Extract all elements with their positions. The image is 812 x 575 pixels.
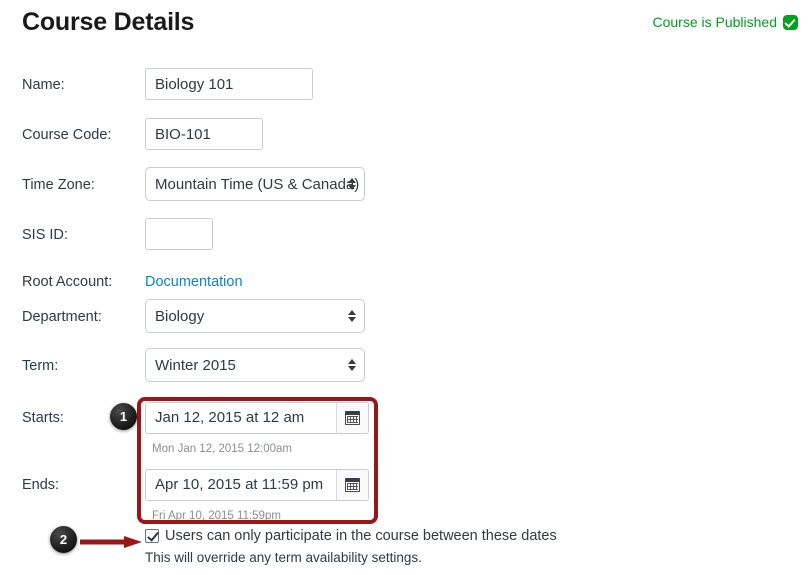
term-label: Term: [22,358,59,374]
publish-status-badge: Course is Published [652,14,798,30]
page-title: Course Details [22,8,195,36]
starts-label: Starts: [22,410,64,426]
course-details-page: Course Details Course is Published Name:… [0,0,812,575]
restrict-participation-label: Users can only participate in the course… [165,528,557,544]
annotation-badge-1: 1 [110,403,137,430]
published-check-icon [783,14,798,30]
term-value: Winter 2015 [155,356,236,374]
row-name: Name: [0,68,812,108]
ends-date-field[interactable]: Apr 10, 2015 at 11:59 pm [145,469,369,501]
course-code-label: Course Code: [22,127,112,143]
chevron-updown-icon [348,359,356,371]
ends-label: Ends: [22,477,60,493]
course-code-input[interactable] [145,118,263,150]
starts-date-field[interactable]: Jan 12, 2015 at 12 am [145,402,369,434]
row-term: Term: Winter 2015 [0,348,812,388]
annotation-badge-2: 2 [50,526,77,553]
row-sis-id: SIS ID: [0,218,812,258]
department-select[interactable]: Biology [145,299,365,333]
root-account-link[interactable]: Documentation [145,274,243,290]
term-select[interactable]: Winter 2015 [145,348,365,382]
restrict-participation-sublabel: This will override any term availability… [145,550,422,565]
time-zone-select[interactable]: Mountain Time (US & Canada) [145,167,365,201]
row-time-zone: Time Zone: Mountain Time (US & Canada) [0,167,812,207]
chevron-updown-icon [348,178,356,190]
calendar-icon [345,478,360,492]
publish-status-label: Course is Published [652,14,777,30]
ends-date-value: Apr 10, 2015 at 11:59 pm [155,476,324,493]
ends-date-hint: Fri Apr 10, 2015 11:59pm [152,510,281,522]
restrict-participation-checkbox[interactable] [145,529,159,543]
root-account-label: Root Account: [22,274,113,290]
ends-calendar-button[interactable] [336,470,368,500]
sis-id-label: SIS ID: [22,227,68,243]
restrict-participation-row[interactable]: Users can only participate in the course… [145,528,557,544]
starts-calendar-button[interactable] [336,403,368,433]
name-label: Name: [22,77,65,93]
department-value: Biology [155,307,205,325]
name-input[interactable] [145,68,313,100]
starts-date-value: Jan 12, 2015 at 12 am [155,409,305,426]
starts-date-hint: Mon Jan 12, 2015 12:00am [152,443,293,455]
department-label: Department: [22,309,102,325]
chevron-updown-icon [348,310,356,322]
sis-id-input[interactable] [145,218,213,250]
row-department: Department: Biology [0,299,812,339]
calendar-icon [345,411,360,425]
row-course-code: Course Code: [0,118,812,158]
time-zone-value: Mountain Time (US & Canada) [155,175,360,193]
time-zone-label: Time Zone: [22,177,95,193]
annotation-arrow-2 [80,536,142,548]
